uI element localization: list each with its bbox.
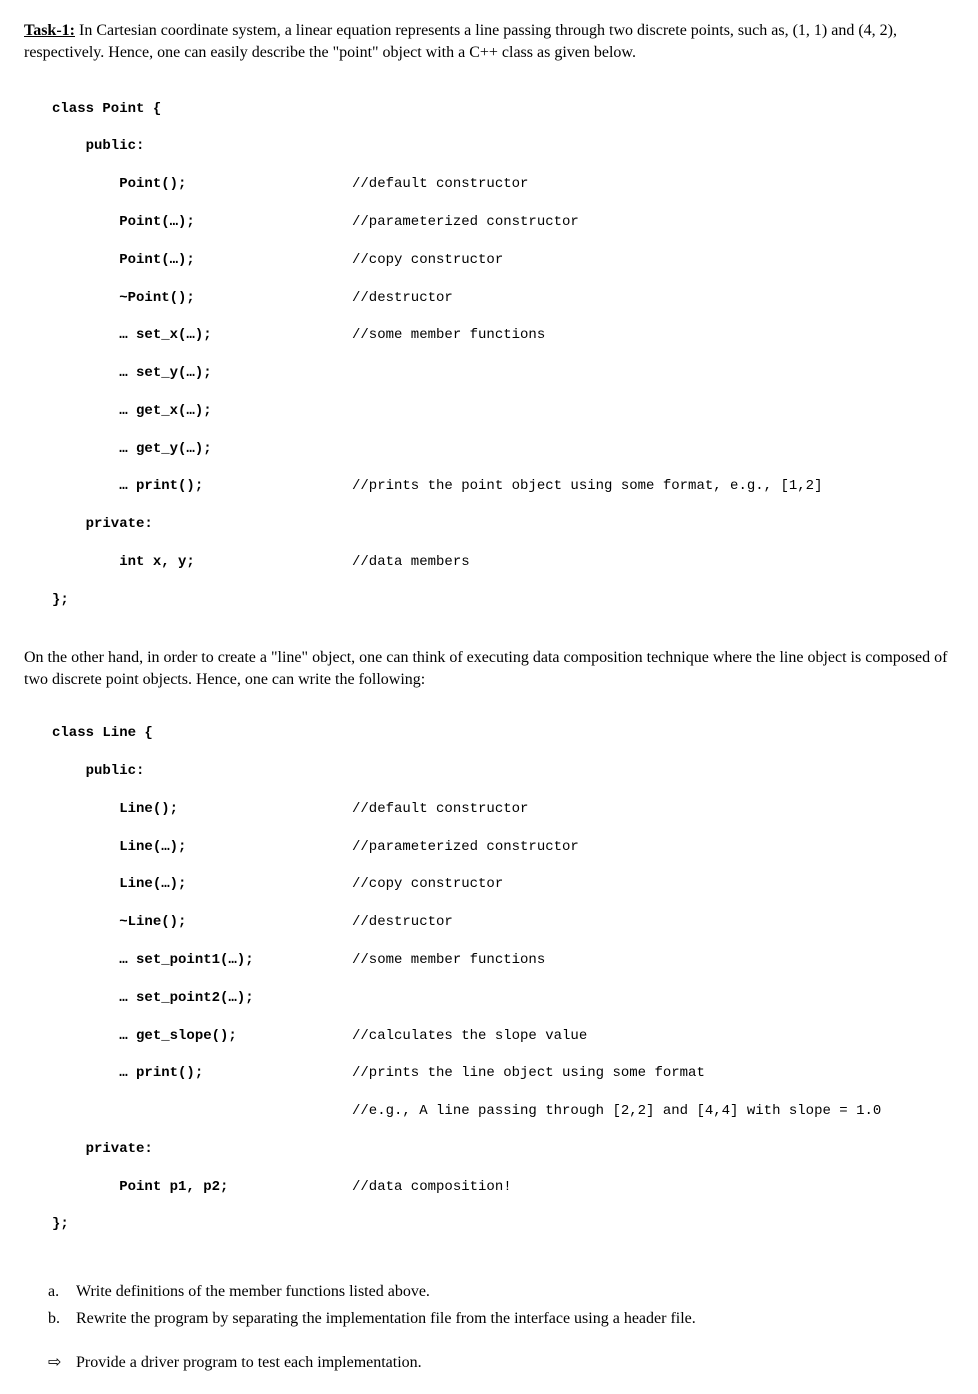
- question-a-text: Write definitions of the member function…: [76, 1281, 430, 1303]
- intro-text: In Cartesian coordinate system, a linear…: [24, 22, 897, 61]
- arrow-text: Provide a driver program to test each im…: [76, 1352, 422, 1374]
- question-b-letter: b.: [48, 1308, 76, 1330]
- question-b: b. Rewrite the program by separating the…: [48, 1308, 954, 1330]
- code-block-line: class Line { public: Line();//default co…: [52, 705, 954, 1253]
- code-block-point: class Point { public: Point();//default …: [52, 81, 954, 629]
- question-list: a. Write definitions of the member funct…: [48, 1281, 954, 1330]
- question-a: a. Write definitions of the member funct…: [48, 1281, 954, 1303]
- task-label: Task-1:: [24, 22, 75, 39]
- question-b-text: Rewrite the program by separating the im…: [76, 1308, 696, 1330]
- arrow-instruction: ⇨ Provide a driver program to test each …: [48, 1352, 954, 1374]
- question-a-letter: a.: [48, 1281, 76, 1303]
- intro-paragraph: Task-1: In Cartesian coordinate system, …: [24, 20, 954, 65]
- mid-paragraph: On the other hand, in order to create a …: [24, 647, 954, 692]
- arrow-icon: ⇨: [48, 1352, 76, 1374]
